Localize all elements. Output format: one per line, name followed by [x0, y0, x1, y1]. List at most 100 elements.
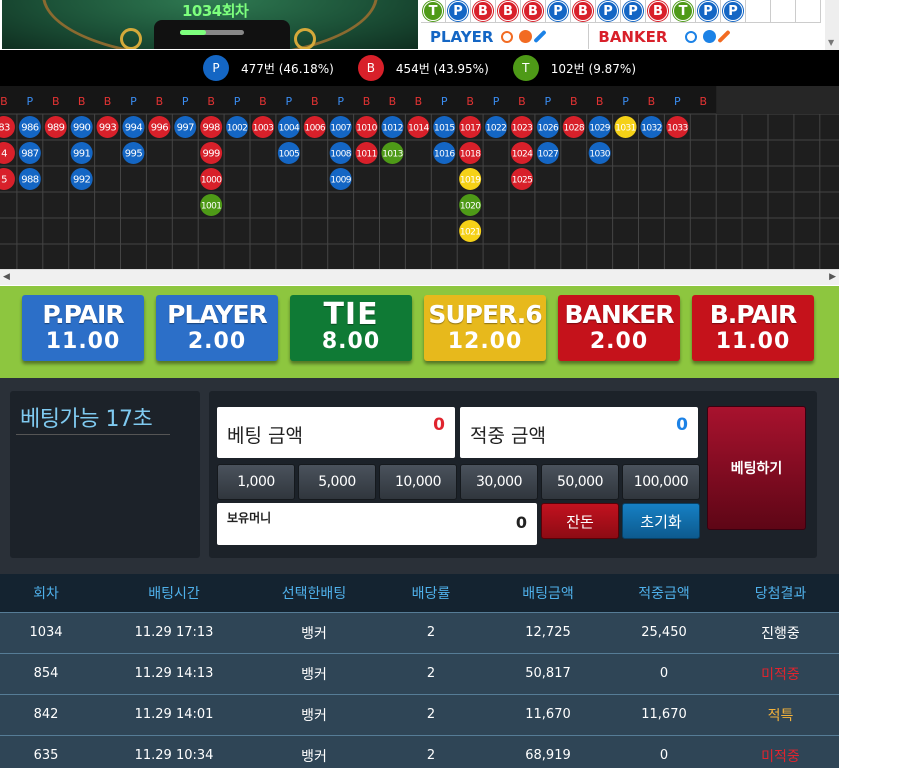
road-ball-label: 990 — [73, 123, 91, 134]
win-amount-field: 적중 금액 0 — [460, 407, 698, 458]
win-amount-value: 0 — [676, 415, 688, 435]
road-ball-label: 996 — [151, 123, 169, 134]
history-header-cell: 배팅시간 — [148, 586, 200, 602]
bet-name: SUPER.6 — [428, 300, 542, 329]
rest-button[interactable]: 잔돈 — [541, 503, 619, 539]
bead-cell: B — [646, 0, 671, 23]
reset-button[interactable]: 초기화 — [622, 503, 700, 539]
top-strip: 1034회차 TPBBBPBPPBTPP PLAYER BANKER ▼ — [0, 0, 839, 50]
bet-name: TIE — [323, 297, 379, 332]
road-header-label: B — [415, 95, 423, 108]
bead-cell: P — [546, 0, 571, 23]
bead-ball: B — [523, 1, 543, 21]
road-header-label: B — [259, 95, 267, 108]
chip-ring-right — [294, 28, 316, 49]
stat-item: P 477번 (46.18%) — [202, 55, 334, 81]
top-scrollbar[interactable]: ▼ — [825, 0, 839, 50]
stat-text: 477번 (46.18%) — [240, 61, 334, 76]
scroll-left-icon[interactable]: ◀ — [3, 272, 10, 282]
scroll-down-icon[interactable]: ▼ — [828, 38, 834, 47]
road-ball-label: 1005 — [279, 150, 300, 160]
cockroach-slash-icon — [717, 29, 732, 44]
bet-p-pair-button[interactable]: P.PAIR 11.00 — [22, 295, 144, 361]
bet-odds: 12.00 — [447, 329, 523, 354]
chip-30000-button[interactable]: 30,000 — [460, 464, 538, 500]
road-header-label: P — [545, 95, 552, 108]
bet-name: PLAYER — [167, 300, 268, 329]
bead-ball: B — [648, 1, 668, 21]
table-progress — [180, 30, 244, 35]
bet-history: 회차 배팅시간 선택한배팅 배당률 배팅금액 적중금액 당첨결과 1034 11.29 17:… — [0, 574, 839, 768]
timer-box: 베팅가능 17초 — [10, 391, 200, 558]
history-header-cell: 배당률 — [411, 586, 451, 602]
bet-player-button[interactable]: PLAYER 2.00 — [156, 295, 278, 361]
bet-options: P.PAIR 11.00 PLAYER 2.00 TIE 8.00 SUPER.6 12.00… — [0, 286, 839, 378]
road-ball-label: 1023 — [512, 124, 533, 134]
road-ball-label: 1019 — [460, 176, 481, 186]
bet-submit-button[interactable]: 베팅하기 — [707, 406, 806, 530]
bet-super-6-button[interactable]: SUPER.6 12.00 — [424, 295, 546, 361]
bet-odds: 8.00 — [321, 329, 381, 354]
money-label: 보유머니 — [227, 511, 272, 525]
stat-item: B 454번 (43.95%) — [357, 55, 489, 81]
road-header-label: B — [104, 95, 112, 108]
road-ball-label: 1013 — [382, 150, 403, 160]
table-row: 842 11.29 14:01 뱅커 2 11,670 11,670 적특 — [0, 694, 839, 734]
road-ball-label: 1009 — [330, 176, 351, 186]
history-header-cell: 당첨결과 — [754, 586, 807, 602]
money-field: 보유머니 0 — [217, 503, 537, 545]
control-panel: 베팅가능 17초 베팅 금액 0 적중 금액 0 1,000 5,000 10,00… — [0, 378, 839, 574]
road-ball-label: 995 — [125, 149, 143, 160]
bead-row: TPBBBPBPPBTPP — [421, 0, 821, 23]
table-row: 854 11.29 14:13 뱅커 2 50,817 0 미적중 — [0, 653, 839, 693]
road-header-label: P — [286, 95, 293, 108]
scroll-right-icon[interactable]: ▶ — [829, 272, 836, 282]
history-cell: 진행중 — [761, 625, 800, 642]
bet-tie-button[interactable]: TIE 8.00 — [290, 295, 412, 361]
prediction-player-symbols — [501, 29, 548, 44]
bead-ball: B — [498, 1, 518, 21]
bead-cell: P — [446, 0, 471, 23]
road-header-label: B — [363, 95, 371, 108]
bead-cell: P — [596, 0, 621, 23]
history-cell: 2 — [426, 625, 436, 640]
history-header-cell: 선택한배팅 — [281, 586, 347, 602]
bet-odds: 11.00 — [45, 329, 121, 354]
history-cell: 2 — [426, 748, 436, 763]
road-header-label: B — [596, 95, 604, 108]
road-ball-label: 1030 — [589, 150, 610, 160]
win-amount-label: 적중 금액 — [470, 425, 546, 447]
bet-name: P.PAIR — [42, 300, 124, 329]
small-road-dot-icon — [519, 30, 533, 43]
road-ball-label: 1007 — [330, 124, 351, 134]
road-header-label: B — [389, 95, 397, 108]
road-header-label: B — [648, 95, 656, 108]
bead-cell-empty — [746, 0, 771, 23]
road-ball-label: 988 — [21, 175, 39, 186]
bead-ball: T — [423, 1, 443, 21]
bet-banker-button[interactable]: BANKER 2.00 — [558, 295, 680, 361]
road-ball-label: 1024 — [512, 150, 533, 160]
road-ball-label: 997 — [177, 123, 195, 134]
bet-timer: 베팅가능 17초 — [20, 407, 153, 432]
road-scrollbar[interactable]: ◀ ▶ — [0, 269, 839, 285]
chip-10000-button[interactable]: 10,000 — [379, 464, 457, 500]
road-header-label: B — [518, 95, 526, 108]
timer-divider — [16, 434, 170, 435]
bead-cell: B — [571, 0, 596, 23]
small-road-dot-icon — [703, 30, 717, 43]
road-ball-label: 1020 — [460, 202, 481, 212]
chip-1000-button[interactable]: 1,000 — [217, 464, 295, 500]
road-ball-label: 1028 — [563, 124, 584, 134]
bet-b-pair-button[interactable]: B.PAIR 11.00 — [692, 295, 814, 361]
chip-100000-button[interactable]: 100,000 — [622, 464, 700, 500]
road-header-label: P — [441, 95, 448, 108]
bet-amount-field[interactable]: 베팅 금액 0 — [217, 407, 455, 458]
chip-5000-button[interactable]: 5,000 — [298, 464, 376, 500]
road-ball-label: 1008 — [330, 150, 351, 160]
chip-50000-button[interactable]: 50,000 — [541, 464, 619, 500]
road-ball-label: 993 — [99, 123, 117, 134]
history-cell: 적특 — [767, 707, 794, 724]
history-cell: 뱅커 — [301, 748, 327, 765]
round-label: 1034회차 — [182, 2, 249, 20]
